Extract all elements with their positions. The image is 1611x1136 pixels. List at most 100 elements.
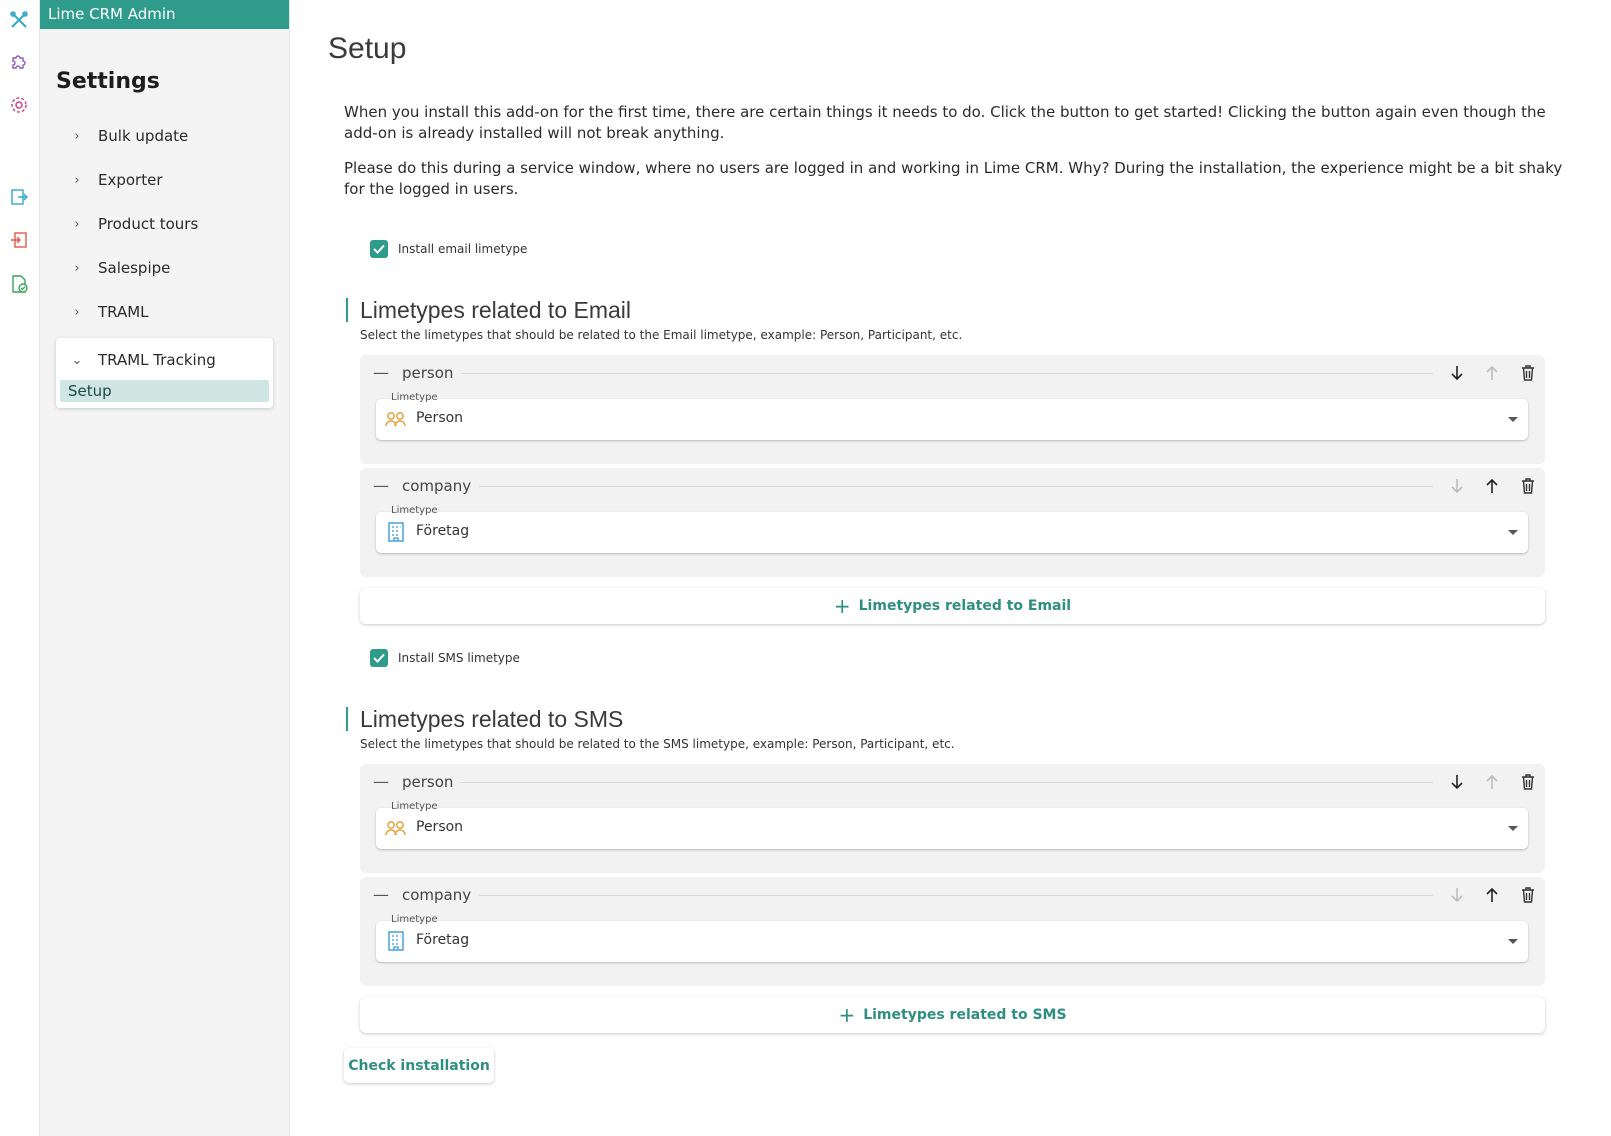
caret-down-icon bbox=[1508, 417, 1518, 422]
item-header: — company bbox=[360, 877, 1545, 913]
intro-text: When you install this add-on for the fir… bbox=[344, 103, 1546, 142]
collapse-icon[interactable]: — bbox=[372, 363, 390, 382]
person-icon bbox=[385, 409, 407, 429]
field-label: Limetype bbox=[391, 801, 438, 812]
divider bbox=[402, 782, 1433, 783]
building-icon bbox=[385, 931, 407, 951]
chevron-right-icon: › bbox=[74, 304, 80, 320]
move-up-icon[interactable] bbox=[1481, 771, 1503, 793]
email-section-desc: Select the limetypes that should be rela… bbox=[360, 328, 963, 342]
import-icon[interactable] bbox=[8, 229, 30, 251]
sms-section-desc: Select the limetypes that should be rela… bbox=[360, 737, 955, 751]
sidebar-item-setup[interactable]: Setup bbox=[60, 380, 269, 402]
warning-text: Please do this during a service window, … bbox=[344, 159, 1563, 198]
collapse-icon[interactable]: — bbox=[372, 476, 390, 495]
gear-icon[interactable] bbox=[8, 94, 30, 116]
install-email-label: Install email limetype bbox=[398, 242, 528, 256]
sidebar-item-label: Product tours bbox=[98, 215, 199, 233]
sidebar-nav: › Bulk update › Exporter › Product tours… bbox=[40, 114, 289, 408]
chevron-right-icon: › bbox=[74, 172, 80, 188]
email-item-person: — person Limetype Person bbox=[360, 355, 1545, 464]
sidebar-item-traml-tracking[interactable]: ⌄ TRAML Tracking bbox=[60, 340, 269, 380]
icon-rail bbox=[0, 0, 40, 1136]
move-up-icon[interactable] bbox=[1481, 475, 1503, 497]
move-down-icon[interactable] bbox=[1446, 475, 1468, 497]
install-sms-row: Install SMS limetype bbox=[370, 649, 520, 667]
check-installation-button[interactable]: Check installation bbox=[344, 1048, 494, 1083]
limetype-select[interactable]: Limetype Företag bbox=[376, 505, 1528, 553]
sidebar-item-label: Bulk update bbox=[98, 127, 189, 145]
field-value: Person bbox=[416, 410, 464, 426]
add-sms-limetype-button[interactable]: + Limetypes related to SMS bbox=[360, 997, 1545, 1033]
caret-down-icon bbox=[1508, 939, 1518, 944]
document-check-icon[interactable] bbox=[8, 273, 30, 295]
sidebar-item-product-tours[interactable]: › Product tours bbox=[40, 202, 289, 246]
sidebar-item-traml[interactable]: › TRAML bbox=[40, 290, 289, 334]
caret-down-icon bbox=[1508, 530, 1518, 535]
install-email-row: Install email limetype bbox=[370, 240, 527, 258]
move-down-icon[interactable] bbox=[1446, 771, 1468, 793]
item-header: — person bbox=[360, 355, 1545, 391]
main-content: Setup When you install this add-on for t… bbox=[290, 0, 1611, 1136]
sms-section-title: Limetypes related to SMS bbox=[346, 707, 623, 731]
person-icon bbox=[385, 818, 407, 838]
plus-icon: + bbox=[833, 594, 851, 618]
field-label: Limetype bbox=[391, 392, 438, 403]
tools-icon[interactable] bbox=[8, 9, 30, 31]
app-header: Lime CRM Admin bbox=[40, 0, 289, 29]
chevron-down-icon: ⌄ bbox=[71, 352, 83, 368]
install-email-checkbox[interactable] bbox=[370, 240, 388, 258]
limetype-select[interactable]: Limetype Person bbox=[376, 801, 1528, 849]
divider bbox=[402, 486, 1433, 487]
sidebar-item-label: TRAML bbox=[98, 303, 149, 321]
limetype-select[interactable]: Limetype Person bbox=[376, 392, 1528, 440]
chevron-right-icon: › bbox=[74, 260, 80, 276]
email-section-title: Limetypes related to Email bbox=[346, 298, 631, 322]
sidebar-item-bulk-update[interactable]: › Bulk update bbox=[40, 114, 289, 158]
collapse-icon[interactable]: — bbox=[372, 885, 390, 904]
trash-icon[interactable] bbox=[1517, 362, 1539, 384]
add-email-limetype-button[interactable]: + Limetypes related to Email bbox=[360, 588, 1545, 624]
sidebar-title: Settings bbox=[56, 69, 160, 94]
move-up-icon[interactable] bbox=[1481, 884, 1503, 906]
install-sms-checkbox[interactable] bbox=[370, 649, 388, 667]
add-email-label: Limetypes related to Email bbox=[858, 598, 1072, 614]
chevron-right-icon: › bbox=[74, 128, 80, 144]
trash-icon[interactable] bbox=[1517, 475, 1539, 497]
puzzle-icon[interactable] bbox=[8, 51, 30, 73]
sidebar-item-label: TRAML Tracking bbox=[98, 351, 216, 369]
trash-icon[interactable] bbox=[1517, 884, 1539, 906]
add-sms-label: Limetypes related to SMS bbox=[863, 1007, 1067, 1023]
export-icon[interactable] bbox=[8, 186, 30, 208]
field-value: Företag bbox=[416, 932, 470, 948]
item-header: — person bbox=[360, 764, 1545, 800]
move-up-icon[interactable] bbox=[1481, 362, 1503, 384]
sidebar-item-label: Salespipe bbox=[98, 259, 171, 277]
field-value: Företag bbox=[416, 523, 470, 539]
sidebar-group-traml-tracking: ⌄ TRAML Tracking Setup bbox=[56, 338, 273, 408]
item-name: company bbox=[402, 886, 480, 904]
item-name: company bbox=[402, 477, 480, 495]
sms-item-company: — company Limetype Företag bbox=[360, 877, 1545, 986]
divider bbox=[402, 895, 1433, 896]
field-label: Limetype bbox=[391, 505, 438, 516]
sidebar-item-salespipe[interactable]: › Salespipe bbox=[40, 246, 289, 290]
item-header: — company bbox=[360, 468, 1545, 504]
chevron-right-icon: › bbox=[74, 216, 80, 232]
page-title: Setup bbox=[328, 32, 407, 65]
caret-down-icon bbox=[1508, 826, 1518, 831]
move-down-icon[interactable] bbox=[1446, 884, 1468, 906]
collapse-icon[interactable]: — bbox=[372, 772, 390, 791]
sms-item-person: — person Limetype Person bbox=[360, 764, 1545, 873]
field-label: Limetype bbox=[391, 914, 438, 925]
building-icon bbox=[385, 522, 407, 542]
move-down-icon[interactable] bbox=[1446, 362, 1468, 384]
limetype-select[interactable]: Limetype Företag bbox=[376, 914, 1528, 962]
sidebar-item-exporter[interactable]: › Exporter bbox=[40, 158, 289, 202]
trash-icon[interactable] bbox=[1517, 771, 1539, 793]
item-name: person bbox=[402, 773, 462, 791]
sidebar-item-label: Exporter bbox=[98, 171, 163, 189]
divider bbox=[402, 373, 1433, 374]
field-value: Person bbox=[416, 819, 464, 835]
item-name: person bbox=[402, 364, 462, 382]
